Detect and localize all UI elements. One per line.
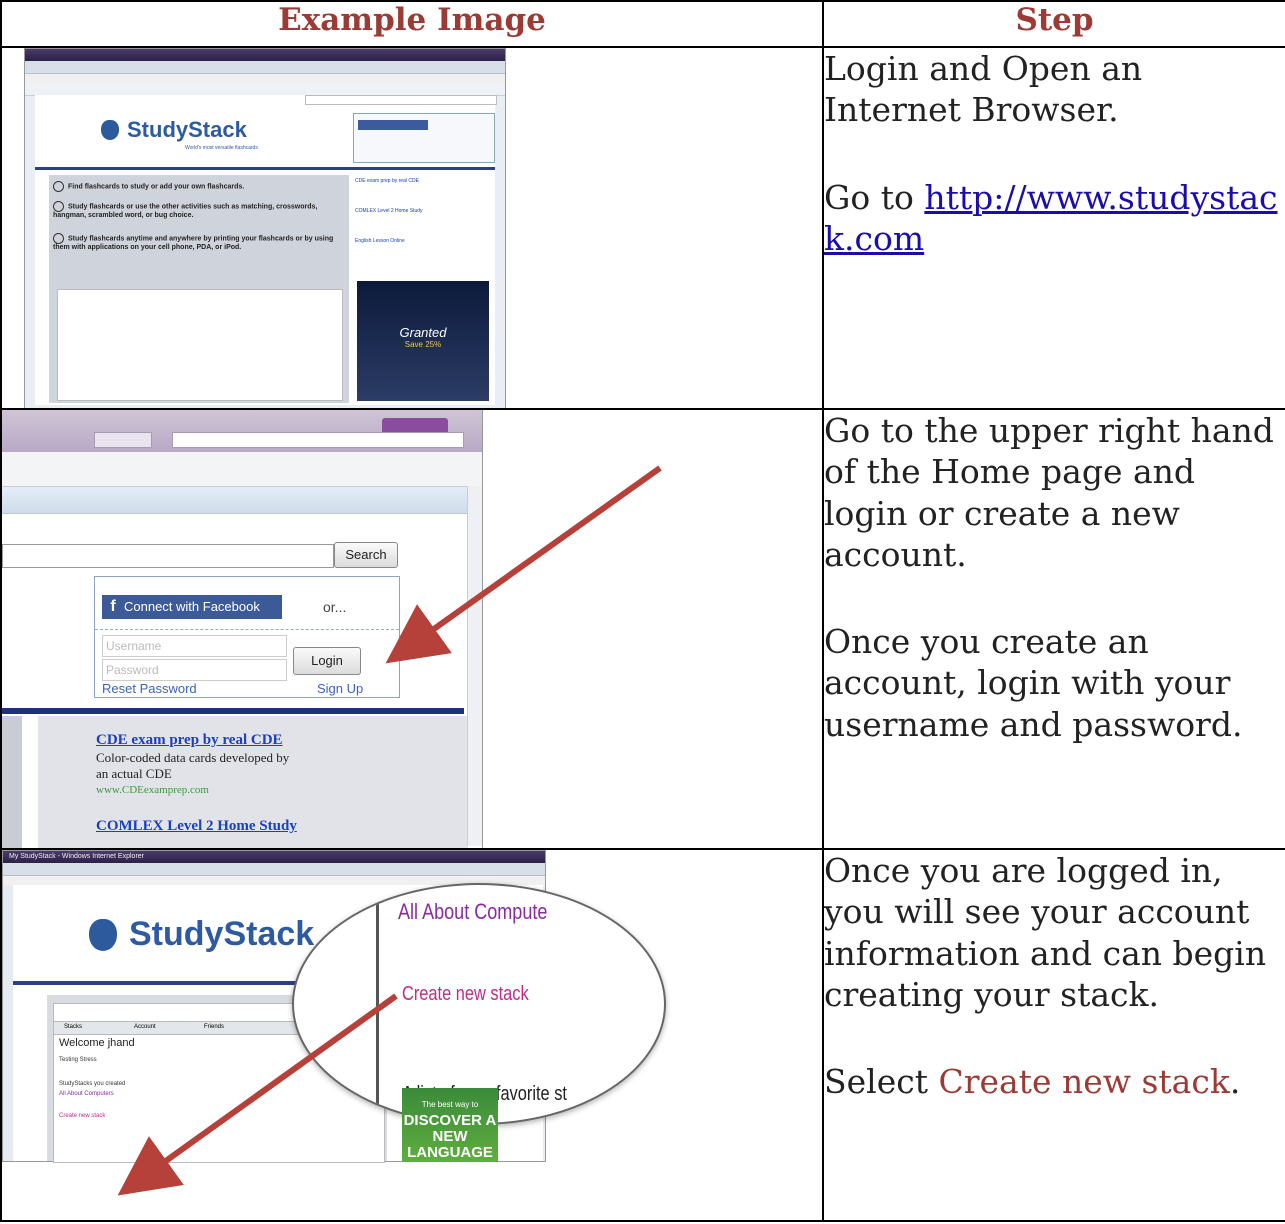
- username-field[interactable]: Username: [102, 635, 287, 657]
- ad-link-2[interactable]: COMLEX Level 2 Home Study: [355, 207, 485, 215]
- browser-screenshot-studystack-home: StudyStack World's most versatile flashc…: [24, 49, 506, 407]
- login-button[interactable]: Login: [293, 647, 361, 675]
- ad-url: www.CDEexamprep.com: [96, 784, 209, 796]
- step-text-1: Login and Open an Internet Browser. Go t…: [822, 46, 1285, 410]
- home-step-2: Study flashcards or use the other activi…: [53, 203, 318, 219]
- step-1-goto: Go to: [824, 177, 925, 217]
- step-3-instruction: Once you are logged in, you will see you…: [824, 851, 1267, 1014]
- home-step-3: Study flashcards anytime and anywhere by…: [53, 235, 334, 251]
- cde-ad-link[interactable]: CDE exam prep by real CDE: [96, 732, 283, 749]
- zoom-stack-name: All About Compute: [398, 899, 548, 924]
- connect-facebook-button[interactable]: f Connect with Facebook: [102, 595, 282, 619]
- zoom-create-new-stack[interactable]: Create new stack: [402, 983, 529, 1006]
- facebook-icon: f: [110, 598, 116, 615]
- step-2-instruction: Go to the upper right hand of the Home p…: [824, 411, 1274, 574]
- step-2-note: Once you create an account, login with y…: [824, 622, 1243, 744]
- step-row-3: My StudyStack - Windows Internet Explore…: [0, 848, 1285, 1222]
- tab-stacks[interactable]: Stacks: [64, 1024, 82, 1030]
- instruction-table: Example Image Step StudyStack World's mo…: [0, 0, 1285, 1222]
- browser-screenshot-login: Search f Connect with Facebook or... User…: [3, 411, 483, 847]
- window-title: My StudyStack - Windows Internet Explore…: [3, 851, 545, 863]
- stack-link[interactable]: All About Computers: [59, 1091, 114, 1097]
- ad-link-1[interactable]: CDE exam prep by real CDE: [355, 177, 485, 185]
- ad-desc-1: Color-coded data cards developed by: [96, 750, 290, 765]
- step-row-1: StudyStack World's most versatile flashc…: [0, 46, 1285, 410]
- tab-account[interactable]: Account: [134, 1024, 156, 1030]
- stacks-created-label: StudyStacks you created: [59, 1081, 126, 1087]
- step-text-3: Once you are logged in, you will see you…: [822, 848, 1285, 1222]
- tab-friends[interactable]: Friends: [204, 1024, 224, 1030]
- example-image-3: My StudyStack - Windows Internet Explore…: [0, 848, 824, 1222]
- welcome-text: Welcome jhand: [59, 1037, 135, 1049]
- step-1-instruction: Login and Open an Internet Browser.: [824, 49, 1143, 130]
- home-step-1: Find flashcards to study or add your own…: [68, 183, 245, 191]
- ad-banner[interactable]: Granted Save 25%: [357, 281, 489, 401]
- header-step: Step: [822, 0, 1285, 48]
- sign-up-link[interactable]: Sign Up: [317, 681, 363, 696]
- login-box: f Connect with Facebook or... Username Pa…: [94, 576, 400, 698]
- ad-link-3[interactable]: English Lesson Online: [355, 237, 485, 245]
- create-new-stack-label: Create new stack: [938, 1062, 1230, 1101]
- scrollbar[interactable]: [467, 486, 482, 846]
- header-example-image: Example Image: [0, 0, 824, 48]
- ad-desc-2: an actual CDE: [96, 766, 172, 781]
- ad-block: CDE exam prep by real CDE Color-coded da…: [38, 716, 468, 847]
- step-row-2: Search f Connect with Facebook or... User…: [0, 408, 1285, 850]
- testing-label: Testing Stress: [59, 1057, 97, 1063]
- or-text: or...: [323, 599, 347, 615]
- select-prefix: Select: [824, 1062, 939, 1101]
- header-row: Example Image Step: [0, 0, 1285, 48]
- login-box: [353, 113, 495, 163]
- search-input[interactable]: [3, 544, 334, 568]
- step-text-2: Go to the upper right hand of the Home p…: [822, 408, 1285, 850]
- comlex-ad-link[interactable]: COMLEX Level 2 Home Study: [96, 818, 297, 835]
- select-suffix: .: [1229, 1062, 1241, 1101]
- create-new-stack-link-small[interactable]: Create new stack: [59, 1113, 105, 1119]
- studystack-logo: StudyStack: [101, 117, 247, 143]
- reset-password-link[interactable]: Reset Password: [102, 681, 197, 696]
- example-image-2: Search f Connect with Facebook or... User…: [0, 408, 824, 850]
- language-ad[interactable]: The best way to DISCOVER A NEW LANGUAGE: [402, 1088, 498, 1162]
- example-image-1: StudyStack World's most versatile flashc…: [0, 46, 824, 410]
- tagline: World's most versatile flashcards: [185, 145, 258, 151]
- password-field[interactable]: Password: [102, 659, 287, 681]
- search-button[interactable]: Search: [334, 542, 398, 568]
- studystack-logo: StudyStack: [89, 915, 314, 954]
